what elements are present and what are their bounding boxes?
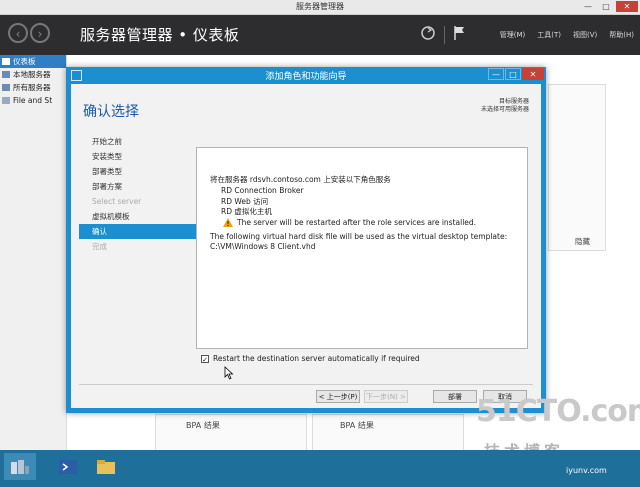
window-title: 服务器管理器 [296,2,344,11]
server-manager-icon [11,459,29,474]
menu-manage[interactable]: 管理(M) [500,30,526,40]
add-roles-wizard: 添加角色和功能向导 — □ ✕ 确认选择 目标服务器 未选择可用服务器 开始之前… [66,67,546,413]
server-icon [2,71,10,78]
hide-link[interactable]: 隐藏 [575,236,590,247]
taskbar-server-manager[interactable] [4,453,36,480]
sidebar-item-dashboard[interactable]: 仪表板 [0,55,66,68]
servers-icon [2,84,10,91]
sidebar-item-label: 所有服务器 [13,83,51,92]
breadcrumb: 服务器管理器 • 仪表板 [80,26,240,44]
step-vm-template[interactable]: 虚拟机模板 [79,209,199,224]
watermark-url: iyunv.com [566,466,607,475]
close-button[interactable]: ✕ [616,1,638,12]
step-select-server: Select server [92,197,142,206]
confirmation-panel: 将在服务器 rdsvh.contoso.com 上安装以下角色服务 RD Con… [196,147,528,349]
role-item: RD Connection Broker [221,186,304,195]
storage-icon [2,97,10,104]
folder-icon [97,459,115,474]
maximize-button[interactable]: □ [598,1,614,12]
step-deployment-scenario[interactable]: 部署方案 [79,179,199,194]
destination-server-label: 目标服务器 [498,98,529,105]
wizard-minimize-button[interactable]: — [488,68,504,80]
minimize-button[interactable]: — [580,1,596,12]
step-confirmation[interactable]: 确认 [79,224,199,239]
dashboard-tile [312,414,464,452]
restart-checkbox[interactable]: ✓ [201,354,209,364]
next-button[interactable]: 下一步(N) > [364,390,408,403]
wizard-title: 添加角色和功能向导 [265,72,347,82]
wizard-steps: 开始之前 安装类型 部署类型 部署方案 Select server 虚拟机模板 … [79,134,199,254]
destination-server: 目标服务器 未选择可用服务器 [481,98,529,114]
menu-tools[interactable]: 工具(T) [537,30,561,40]
install-intro: 将在服务器 rdsvh.contoso.com 上安装以下角色服务 [210,175,391,184]
role-item: RD 虚拟化主机 [221,207,272,216]
watermark-brand: 51CTO.com [476,394,640,429]
vhd-path: C:\VM\Windows 8 Client.vhd [210,242,316,251]
wizard-close-button[interactable]: ✕ [522,68,544,80]
warning-icon [223,218,233,227]
header-menus: 管理(M) 工具(T) 视图(V) 帮助(H) [500,30,634,40]
step-before-you-begin[interactable]: 开始之前 [79,134,199,149]
dashboard-tile [548,84,606,251]
dashboard-icon [2,58,10,65]
window-titlebar: 服务器管理器 — □ ✕ [0,0,640,15]
flag-icon[interactable] [453,25,467,45]
powershell-icon [59,459,77,474]
vhd-description: The following virtual hard disk file wil… [210,232,508,241]
sidebar-item-label: File and St [13,96,53,105]
step-completion: 完成 [92,242,107,251]
back-button[interactable]: ‹ [8,23,28,43]
taskbar-explorer[interactable] [90,453,122,480]
header-icons [420,25,467,45]
taskbar-powershell[interactable] [52,453,84,480]
bpa-results-label: BPA 结果 [186,421,220,430]
sidebar-item-local-server[interactable]: 本地服务器 [0,68,66,81]
restart-option[interactable]: ✓ Restart the destination server automat… [201,354,420,364]
step-installation-type[interactable]: 安装类型 [79,149,199,164]
mouse-cursor-icon [224,366,234,380]
dashboard-tile [155,414,307,452]
button-separator [79,384,533,385]
app-header: ‹ › 服务器管理器 • 仪表板 管理(M) 工具(T) 视图(V) 帮助(H) [0,15,640,55]
header-divider [444,26,445,44]
refresh-icon[interactable] [420,25,436,45]
menu-help[interactable]: 帮助(H) [609,30,634,40]
step-deployment-type[interactable]: 部署类型 [79,164,199,179]
sidebar-item-label: 仪表板 [13,57,36,66]
menu-view[interactable]: 视图(V) [573,30,597,40]
wizard-body: 确认选择 目标服务器 未选择可用服务器 开始之前 安装类型 部署类型 部署方案 … [71,84,541,408]
destination-server-value: 未选择可用服务器 [480,106,529,113]
sidebar-item-label: 本地服务器 [13,70,51,79]
sidebar: 仪表板 本地服务器 所有服务器 File and St [0,55,67,450]
bpa-results-label: BPA 结果 [340,421,374,430]
watermark-logo: 51CTO.com [476,394,640,429]
page-title: 确认选择 [83,104,139,120]
forward-button[interactable]: › [30,23,50,43]
deploy-button[interactable]: 部署 [433,390,477,403]
previous-button[interactable]: < 上一步(P) [316,390,360,403]
wizard-maximize-button[interactable]: □ [505,68,521,80]
restart-warning: The server will be restarted after the r… [237,218,477,227]
restart-checkbox-label: Restart the destination server automatic… [213,354,420,363]
sidebar-item-all-servers[interactable]: 所有服务器 [0,81,66,94]
sidebar-item-file-storage[interactable]: File and St [0,94,66,107]
window-controls: — □ ✕ [580,1,638,12]
wizard-titlebar: 添加角色和功能向导 — □ ✕ [66,67,546,83]
wizard-controls: — □ ✕ [488,68,544,80]
taskbar: iyunv.com [0,450,640,487]
